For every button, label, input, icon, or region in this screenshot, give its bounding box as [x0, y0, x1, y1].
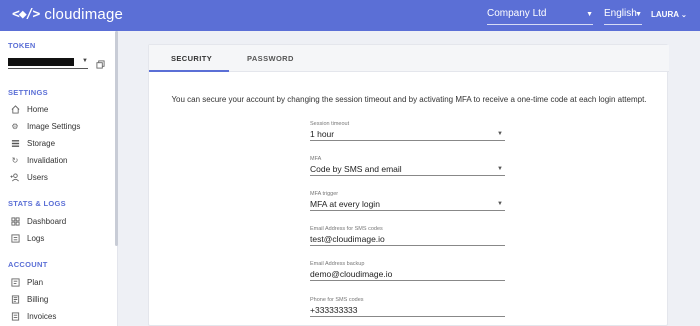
- stats-section-title: STATS & LOGS: [8, 199, 66, 208]
- field-label: Email Address backup: [310, 261, 365, 267]
- caret-down-icon: ▼: [497, 166, 503, 172]
- invoice-icon: [10, 311, 20, 321]
- tab-password[interactable]: PASSWORD: [247, 54, 294, 63]
- sidebar-item-label: Home: [27, 104, 49, 114]
- logo-text: cloudimage: [44, 6, 124, 23]
- sidebar-item-home[interactable]: Home: [10, 104, 48, 114]
- field-value: demo@cloudimage.io: [310, 269, 393, 279]
- field-label: Phone for SMS codes: [310, 297, 364, 303]
- sidebar-item-invalidation[interactable]: ↻ Invalidation: [10, 155, 68, 165]
- sms-phone-input[interactable]: Phone for SMS codes +333333333: [310, 296, 505, 317]
- sidebar-item-storage[interactable]: Storage: [10, 138, 55, 148]
- logs-icon: [10, 233, 20, 243]
- company-select-value: Company Ltd: [487, 8, 547, 19]
- session-timeout-select[interactable]: Session timeout 1 hour ▼: [310, 120, 505, 141]
- token-select[interactable]: ▼: [8, 57, 88, 69]
- refresh-icon: ↻: [11, 155, 19, 165]
- sidebar-scrollbar[interactable]: [115, 31, 118, 246]
- backup-email-input[interactable]: Email Address backup demo@cloudimage.io: [310, 260, 505, 281]
- add-user-icon: [10, 172, 20, 182]
- sidebar-item-label: Dashboard: [27, 216, 67, 226]
- cloudimage-logo[interactable]: <◆/> cloudimage: [12, 6, 123, 23]
- user-name: LAURA: [651, 10, 679, 19]
- sidebar-item-billing[interactable]: Billing: [10, 294, 48, 304]
- user-menu[interactable]: LAURA ⌄: [651, 10, 687, 19]
- sidebar-item-logs[interactable]: Logs: [10, 233, 44, 243]
- caret-down-icon: ▼: [82, 58, 88, 64]
- field-value: test@cloudimage.io: [310, 234, 385, 244]
- field-label: MFA: [310, 156, 322, 162]
- mfa-select[interactable]: MFA Code by SMS and email ▼: [310, 155, 505, 176]
- caret-down-icon: ▼: [586, 11, 593, 18]
- field-value: Code by SMS and email: [310, 164, 402, 174]
- language-select[interactable]: English ▼: [604, 8, 642, 25]
- sms-email-input[interactable]: Email Address for SMS codes test@cloudim…: [310, 225, 505, 246]
- language-select-value: English: [604, 8, 637, 19]
- logo-icon: <◆/>: [12, 7, 40, 22]
- home-icon: [10, 104, 20, 114]
- billing-icon: [10, 294, 20, 304]
- tab-security[interactable]: SECURITY: [171, 54, 212, 63]
- top-bar: <◆/> cloudimage Company Ltd ▼ English ▼ …: [0, 0, 700, 31]
- sidebar-item-plan[interactable]: Plan: [10, 277, 43, 287]
- sidebar-item-dashboard[interactable]: Dashboard: [10, 216, 66, 226]
- token-value-redacted: [8, 58, 74, 66]
- gear-icon: ⚙: [11, 121, 19, 131]
- chevron-down-icon: ⌄: [681, 12, 687, 19]
- sidebar-item-label: Logs: [27, 233, 45, 243]
- sidebar-item-label: Plan: [27, 277, 44, 287]
- field-label: Email Address for SMS codes: [310, 226, 383, 232]
- sidebar-item-label: Billing: [27, 294, 49, 304]
- field-label: Session timeout: [310, 121, 350, 127]
- account-section-title: ACCOUNT: [8, 260, 48, 269]
- sidebar-item-label: Storage: [27, 138, 56, 148]
- field-value: 1 hour: [310, 129, 335, 139]
- copy-icon[interactable]: [96, 60, 105, 69]
- storage-icon: [10, 138, 20, 148]
- mfa-trigger-select[interactable]: MFA trigger MFA at every login ▼: [310, 190, 505, 211]
- sidebar-item-image-settings[interactable]: ⚙ Image Settings: [10, 121, 80, 131]
- sidebar-item-label: Invalidation: [27, 155, 68, 165]
- security-card: SECURITY PASSWORD You can secure your ac…: [148, 44, 669, 326]
- company-select[interactable]: Company Ltd ▼: [487, 8, 593, 25]
- caret-down-icon: ▼: [635, 11, 642, 18]
- active-tab-indicator: [149, 70, 229, 72]
- sidebar-item-label: Image Settings: [27, 121, 81, 131]
- security-description: You can secure your account by changing …: [171, 95, 647, 104]
- caret-down-icon: ▼: [497, 201, 503, 207]
- field-value: +333333333: [310, 305, 358, 315]
- field-label: MFA trigger: [310, 191, 339, 197]
- plan-icon: [10, 277, 20, 287]
- dashboard-icon: [10, 216, 20, 226]
- field-value: MFA at every login: [310, 199, 380, 209]
- caret-down-icon: ▼: [497, 131, 503, 137]
- sidebar-item-label: Users: [27, 172, 48, 182]
- token-section-title: TOKEN: [8, 41, 36, 50]
- sidebar-item-invoices[interactable]: Invoices: [10, 311, 56, 321]
- sidebar-item-users[interactable]: Users: [10, 172, 48, 182]
- tab-bar: SECURITY PASSWORD: [149, 45, 669, 72]
- settings-section-title: SETTINGS: [8, 88, 48, 97]
- sidebar-item-label: Invoices: [27, 311, 57, 321]
